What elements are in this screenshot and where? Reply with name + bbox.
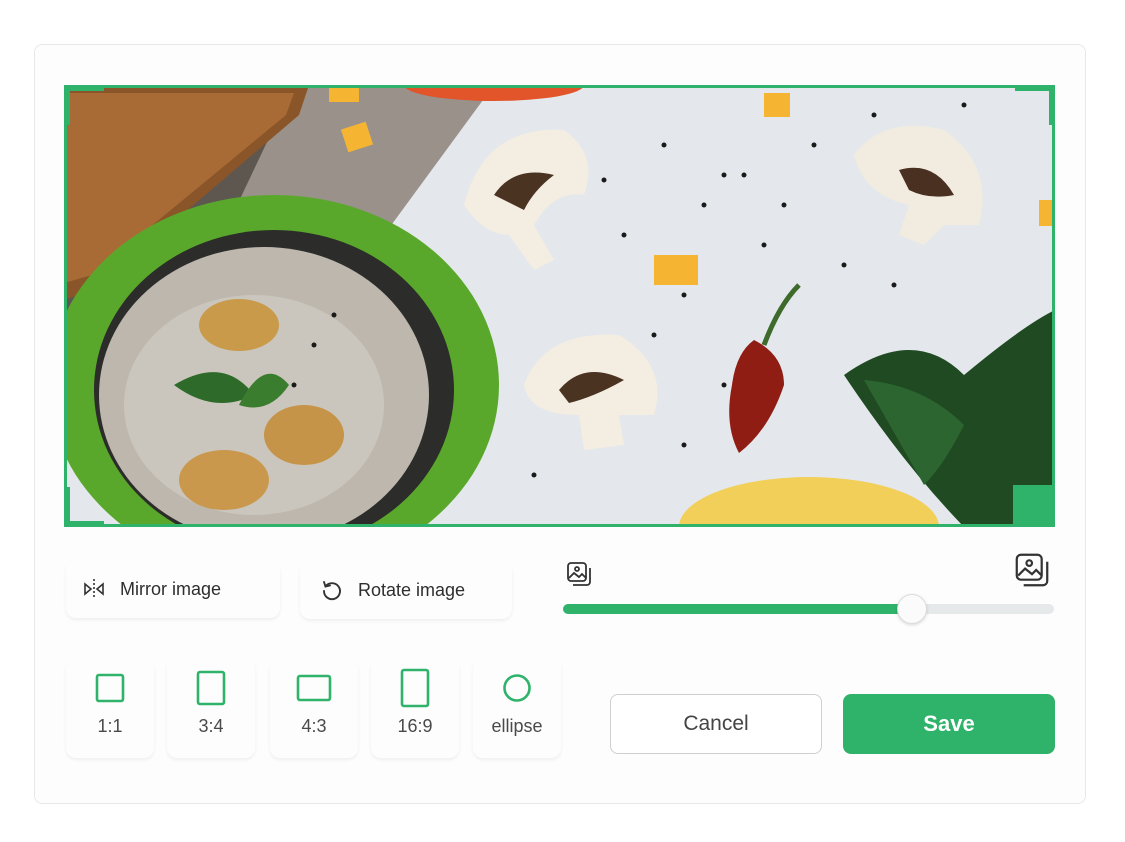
ratio-option-16-9[interactable]: 16:9 bbox=[371, 658, 459, 758]
ratio-option-4-3[interactable]: 4:3 bbox=[270, 658, 358, 758]
crop-corner-bottom-left-vertical[interactable] bbox=[64, 487, 70, 527]
mirror-image-button[interactable]: Mirror image bbox=[66, 560, 280, 618]
ratio-label: 1:1 bbox=[97, 716, 123, 736]
ratio-label: 16:9 bbox=[397, 716, 433, 736]
portrait-rect-icon bbox=[196, 670, 226, 711]
image-zoom-in-icon bbox=[1014, 552, 1050, 588]
ratio-label: ellipse bbox=[491, 716, 543, 736]
image-preview[interactable] bbox=[64, 85, 1055, 527]
square-icon bbox=[95, 673, 125, 708]
food-photo bbox=[64, 85, 1055, 527]
mirror-image-label: Mirror image bbox=[120, 578, 222, 599]
zoom-slider-thumb[interactable] bbox=[896, 594, 927, 624]
rotate-ccw-icon bbox=[320, 578, 344, 602]
crop-corner-top-left-vertical[interactable] bbox=[64, 85, 70, 125]
tall-rect-icon bbox=[400, 668, 430, 713]
image-zoom-out-icon bbox=[566, 561, 592, 587]
mirror-flip-icon bbox=[82, 577, 106, 601]
ratio-option-ellipse[interactable]: ellipse bbox=[473, 658, 561, 758]
circle-icon bbox=[502, 673, 532, 708]
zoom-slider[interactable] bbox=[563, 594, 1054, 624]
ratio-label: 3:4 bbox=[198, 716, 224, 736]
rotate-image-label: Rotate image bbox=[358, 579, 466, 600]
rotate-image-button[interactable]: Rotate image bbox=[300, 561, 512, 619]
zoom-slider-fill bbox=[563, 604, 912, 614]
cancel-button[interactable]: Cancel bbox=[610, 694, 822, 754]
crop-resize-handle[interactable] bbox=[1013, 485, 1055, 527]
landscape-rect-icon bbox=[296, 673, 332, 708]
crop-corner-top-right-vertical[interactable] bbox=[1049, 85, 1055, 125]
ratio-label: 4:3 bbox=[301, 716, 327, 736]
ratio-option-1-1[interactable]: 1:1 bbox=[66, 658, 154, 758]
ratio-option-3-4[interactable]: 3:4 bbox=[167, 658, 255, 758]
crop-corner-top-left[interactable] bbox=[64, 85, 104, 91]
crop-corner-bottom-left[interactable] bbox=[64, 521, 104, 527]
save-button[interactable]: Save bbox=[843, 694, 1055, 754]
